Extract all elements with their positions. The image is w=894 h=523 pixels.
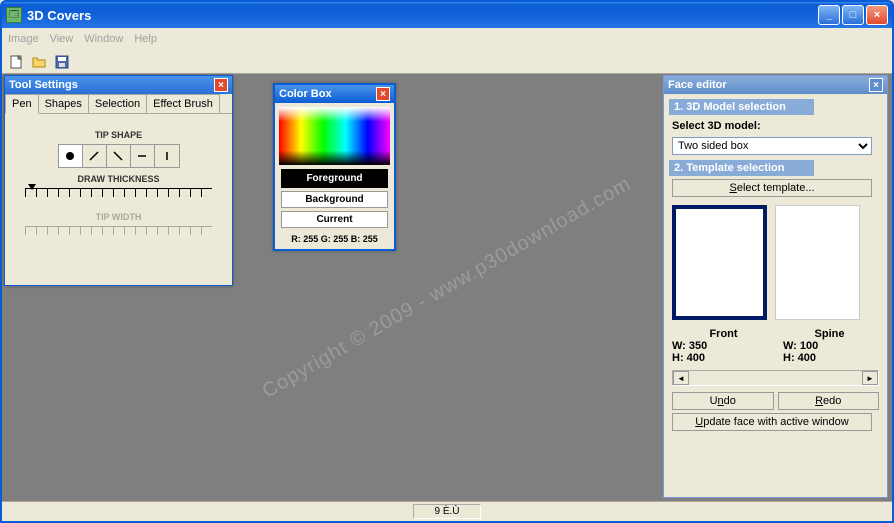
color-picker[interactable] (279, 107, 390, 165)
spine-label: Spine (783, 328, 876, 340)
face-editor-title: Face editor (668, 79, 727, 91)
select-3d-model-dropdown[interactable]: Two sided box (672, 137, 872, 155)
front-width: W: 350 (672, 340, 775, 352)
status-cell: 9 È.Ù (413, 504, 480, 519)
close-button[interactable]: × (866, 5, 888, 25)
face-scrollbar[interactable]: ◄ ► (672, 370, 879, 386)
face-editor-panel: Face editor × 1. 3D Model selection Sele… (663, 75, 888, 498)
save-disk-icon (54, 54, 70, 70)
tip-shape-horiz[interactable] (131, 145, 155, 167)
minimize-button[interactable]: _ (818, 5, 840, 25)
color-box-close-button[interactable]: × (376, 87, 390, 101)
redo-button[interactable]: Redo (778, 392, 880, 410)
open-folder-icon (31, 54, 47, 70)
tip-shape-group (58, 144, 180, 168)
tip-shape-vert[interactable] (155, 145, 179, 167)
window-titlebar: 🗔 3D Covers _ □ × (0, 0, 894, 28)
window-title: 3D Covers (27, 8, 818, 23)
select-template-button[interactable]: Select template... (672, 179, 872, 197)
tip-width-label: TIP WIDTH (15, 212, 222, 222)
tool-settings-tabs: Pen Shapes Selection Effect Brush (5, 94, 232, 114)
face-editor-close-button[interactable]: × (869, 78, 883, 92)
rgb-readout: R: 255 G: 255 B: 255 (275, 231, 394, 249)
tip-shape-diag1[interactable] (83, 145, 107, 167)
section-3d-model: 1. 3D Model selection (669, 99, 814, 115)
draw-thickness-slider[interactable] (25, 188, 212, 206)
color-box-title: Color Box (279, 88, 332, 100)
tip-width-slider (25, 226, 212, 244)
undo-button[interactable]: Undo (672, 392, 774, 410)
maximize-button[interactable]: □ (842, 5, 864, 25)
update-face-button[interactable]: Update face with active window (672, 413, 872, 431)
tip-shape-label: TIP SHAPE (15, 130, 222, 140)
tab-shapes[interactable]: Shapes (38, 94, 89, 113)
menu-image[interactable]: Image (8, 33, 39, 45)
tool-settings-title: Tool Settings (9, 79, 78, 91)
toolbar (2, 50, 892, 74)
scroll-right-button[interactable]: ► (862, 371, 878, 385)
current-color-button[interactable]: Current (281, 211, 388, 228)
face-editor-titlebar[interactable]: Face editor × (664, 76, 887, 94)
status-bar: 9 È.Ù (2, 501, 892, 521)
select-3d-model-label: Select 3D model: (664, 118, 887, 134)
tool-settings-close-button[interactable]: × (214, 78, 228, 92)
tab-effect-brush[interactable]: Effect Brush (146, 94, 220, 113)
front-height: H: 400 (672, 352, 775, 364)
tab-pen[interactable]: Pen (5, 94, 39, 114)
tool-settings-panel: Tool Settings × Pen Shapes Selection Eff… (4, 75, 233, 286)
front-label: Front (672, 328, 775, 340)
spine-face-thumb[interactable] (775, 205, 860, 320)
front-face-thumb[interactable] (672, 205, 767, 320)
menu-bar: Image View Window Help (2, 28, 892, 50)
menu-help[interactable]: Help (134, 33, 157, 45)
menu-window[interactable]: Window (84, 33, 123, 45)
open-file-button[interactable] (29, 52, 49, 72)
foreground-color-button[interactable]: Foreground (281, 169, 388, 188)
background-color-button[interactable]: Background (281, 191, 388, 208)
tip-shape-diag2[interactable] (107, 145, 131, 167)
color-box-panel: Color Box × Foreground Background Curren… (273, 83, 396, 251)
tip-shape-circle[interactable] (59, 145, 83, 167)
menu-view[interactable]: View (50, 33, 74, 45)
new-file-button[interactable] (6, 52, 26, 72)
tab-selection[interactable]: Selection (88, 94, 147, 113)
app-icon: 🗔 (6, 7, 22, 23)
scroll-left-button[interactable]: ◄ (673, 371, 689, 385)
draw-thickness-label: DRAW THICKNESS (15, 174, 222, 184)
save-file-button[interactable] (52, 52, 72, 72)
spine-height: H: 400 (783, 352, 876, 364)
section-template: 2. Template selection (669, 160, 814, 176)
spine-width: W: 100 (783, 340, 876, 352)
new-file-icon (8, 54, 24, 70)
color-box-titlebar[interactable]: Color Box × (275, 85, 394, 103)
tool-settings-titlebar[interactable]: Tool Settings × (5, 76, 232, 94)
